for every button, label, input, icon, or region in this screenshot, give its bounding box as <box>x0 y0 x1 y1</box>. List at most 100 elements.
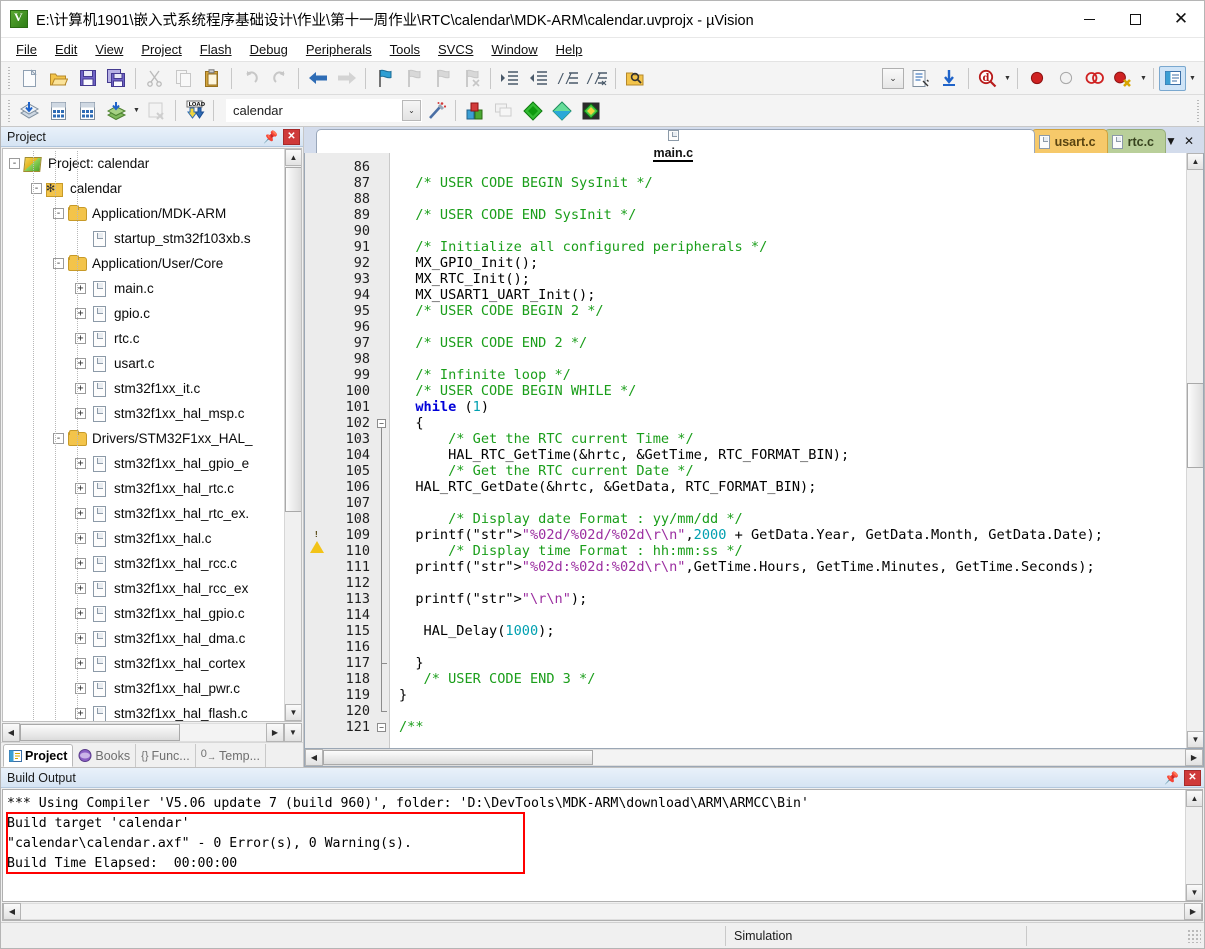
code-line[interactable]: /* USER CODE BEGIN SysInit */ <box>399 175 1203 191</box>
hscroll-left-button[interactable]: ◀ <box>2 723 20 742</box>
tab-books[interactable]: Books <box>73 744 137 767</box>
tree-item[interactable]: + stm32f1xx_hal_dma.c <box>3 626 283 651</box>
manage-multi-project-button[interactable] <box>490 98 517 123</box>
code-line[interactable] <box>399 351 1203 367</box>
fold-marker[interactable]: − <box>375 719 389 735</box>
menu-view[interactable]: View <box>86 40 132 59</box>
tree-item[interactable]: + stm32f1xx_hal_rtc.c <box>3 476 283 501</box>
resize-grip[interactable] <box>1187 928 1201 943</box>
save-button[interactable] <box>74 66 101 91</box>
stop-build-button[interactable] <box>143 98 170 123</box>
tree-item[interactable]: + stm32f1xx_hal_cortex <box>3 651 283 676</box>
hscroll-thumb[interactable] <box>323 750 593 765</box>
fold-marker[interactable]: − <box>375 415 389 431</box>
code-line[interactable]: /* USER CODE BEGIN WHILE */ <box>399 383 1203 399</box>
build-output-hscrollbar[interactable]: ◀ ▶ <box>2 903 1203 921</box>
code-line[interactable]: printf("str">"%02d:%02d:%02d\r\n",GetTim… <box>399 559 1203 575</box>
menu-flash[interactable]: Flash <box>191 40 241 59</box>
tab-templates[interactable]: 0→ Temp... <box>196 744 266 767</box>
code-line[interactable]: /* USER CODE END 3 */ <box>399 671 1203 687</box>
code-line[interactable]: /** <box>399 719 1203 735</box>
scroll-down-button[interactable]: ▼ <box>285 704 301 721</box>
code-line[interactable]: } <box>399 687 1203 703</box>
code-line[interactable] <box>399 607 1203 623</box>
navigate-forward-button[interactable] <box>333 66 360 91</box>
copy-button[interactable] <box>170 66 197 91</box>
code-line[interactable]: MX_USART1_UART_Init(); <box>399 287 1203 303</box>
scroll-up-button[interactable]: ▲ <box>1186 790 1202 807</box>
scroll-up-button[interactable]: ▲ <box>1187 153 1203 170</box>
tree-item[interactable]: + stm32f1xx_hal_gpio_e <box>3 451 283 476</box>
code-line[interactable] <box>399 495 1203 511</box>
editor-source-text[interactable]: /* USER CODE BEGIN SysInit */ /* USER CO… <box>390 153 1203 748</box>
navigate-back-button[interactable] <box>304 66 331 91</box>
code-line[interactable] <box>399 639 1203 655</box>
menu-window[interactable]: Window <box>482 40 546 59</box>
code-line[interactable]: MX_GPIO_Init(); <box>399 255 1203 271</box>
hscroll-track[interactable] <box>20 723 266 742</box>
outdent-button[interactable] <box>525 66 552 91</box>
hscroll-right-button[interactable]: ▶ <box>266 723 284 742</box>
scroll-thumb[interactable] <box>285 167 301 512</box>
manage-project-items-button[interactable] <box>461 98 488 123</box>
code-line[interactable]: HAL_RTC_GetDate(&hrtc, &GetData, RTC_FOR… <box>399 479 1203 495</box>
project-window-toggle-button[interactable] <box>1159 65 1186 91</box>
find-in-files-button[interactable] <box>621 66 648 91</box>
target-options-button[interactable] <box>423 98 450 123</box>
tree-item[interactable]: + stm32f1xx_hal_rcc.c <box>3 551 283 576</box>
tree-item[interactable]: - Application/User/Core <box>3 251 283 276</box>
tree-item[interactable]: + stm32f1xx_hal_rcc_ex <box>3 576 283 601</box>
uncomment-button[interactable]: // <box>583 66 610 91</box>
tree-item[interactable]: + stm32f1xx_hal.c <box>3 526 283 551</box>
code-line[interactable]: MX_RTC_Init(); <box>399 271 1203 287</box>
code-line[interactable]: /* Get the RTC current Date */ <box>399 463 1203 479</box>
menu-help[interactable]: Help <box>547 40 592 59</box>
rebuild-all-button[interactable] <box>74 98 101 123</box>
editor-tab-rtc-c[interactable]: rtc.c <box>1103 129 1166 153</box>
hscroll-right-button[interactable]: ▶ <box>1185 749 1203 766</box>
scroll-up-button[interactable]: ▲ <box>285 149 301 166</box>
tree-item[interactable]: + rtc.c <box>3 326 283 351</box>
code-line[interactable]: printf("str">"%02d/%02d/%02d\r\n",2000 +… <box>399 527 1203 543</box>
editor-tab-usart-c[interactable]: usart.c <box>1030 129 1108 153</box>
code-line[interactable] <box>399 575 1203 591</box>
bookmark-prev-button[interactable] <box>400 66 427 91</box>
project-pane-close-button[interactable]: ✕ <box>283 128 300 145</box>
build-toolbar-grip-end[interactable] <box>1195 99 1201 122</box>
tab-project[interactable]: Project <box>3 744 74 767</box>
hscroll-track[interactable] <box>323 749 1185 766</box>
tree-item[interactable]: + stm32f1xx_hal_gpio.c <box>3 601 283 626</box>
menu-project[interactable]: Project <box>132 40 190 59</box>
code-line[interactable]: HAL_Delay(1000); <box>399 623 1203 639</box>
code-line[interactable]: /* Infinite loop */ <box>399 367 1203 383</box>
hscroll-track[interactable] <box>21 903 1184 920</box>
tree-item[interactable]: + main.c <box>3 276 283 301</box>
config-wizard-button[interactable] <box>907 66 934 91</box>
breakpoints-dropdown-arrow[interactable]: ▼ <box>1138 66 1149 91</box>
code-line[interactable] <box>399 703 1203 719</box>
project-tree-hscrollbar[interactable]: ◀ ▶ ▼ <box>2 723 302 742</box>
build-toolbar-grip[interactable] <box>6 99 12 122</box>
disable-all-breakpoints-button[interactable] <box>1081 66 1108 91</box>
close-icon[interactable]: ✕ <box>1180 131 1198 151</box>
code-line[interactable]: /* Initialize all configured peripherals… <box>399 239 1203 255</box>
menu-debug[interactable]: Debug <box>241 40 297 59</box>
code-line[interactable]: /* USER CODE END SysInit */ <box>399 207 1203 223</box>
editor-fold-column[interactable]: − − <box>375 153 390 748</box>
batch-build-button[interactable] <box>103 98 130 123</box>
debug-dropdown-arrow[interactable]: ▼ <box>1002 66 1013 91</box>
bookmark-toggle-button[interactable] <box>371 66 398 91</box>
hscroll-right-button[interactable]: ▶ <box>1184 903 1202 920</box>
collapse-icon[interactable]: - <box>9 158 20 169</box>
code-line[interactable]: /* Display time Format : hh:mm:ss */ <box>399 543 1203 559</box>
code-editor[interactable]: 8687888990919293949596979899100101102103… <box>304 153 1204 749</box>
bookmark-next-button[interactable] <box>429 66 456 91</box>
chevron-down-icon[interactable]: ⌄ <box>402 100 421 121</box>
project-tree-scrollbar[interactable]: ▲ ▼ <box>284 149 301 721</box>
cut-button[interactable] <box>141 66 168 91</box>
batch-build-dropdown-arrow[interactable]: ▼ <box>131 98 142 123</box>
tree-item[interactable]: - Project: calendar <box>3 151 283 176</box>
save-all-button[interactable] <box>103 66 130 91</box>
tree-item[interactable]: + stm32f1xx_hal_pwr.c <box>3 676 283 701</box>
disable-breakpoint-button[interactable] <box>1052 66 1079 91</box>
